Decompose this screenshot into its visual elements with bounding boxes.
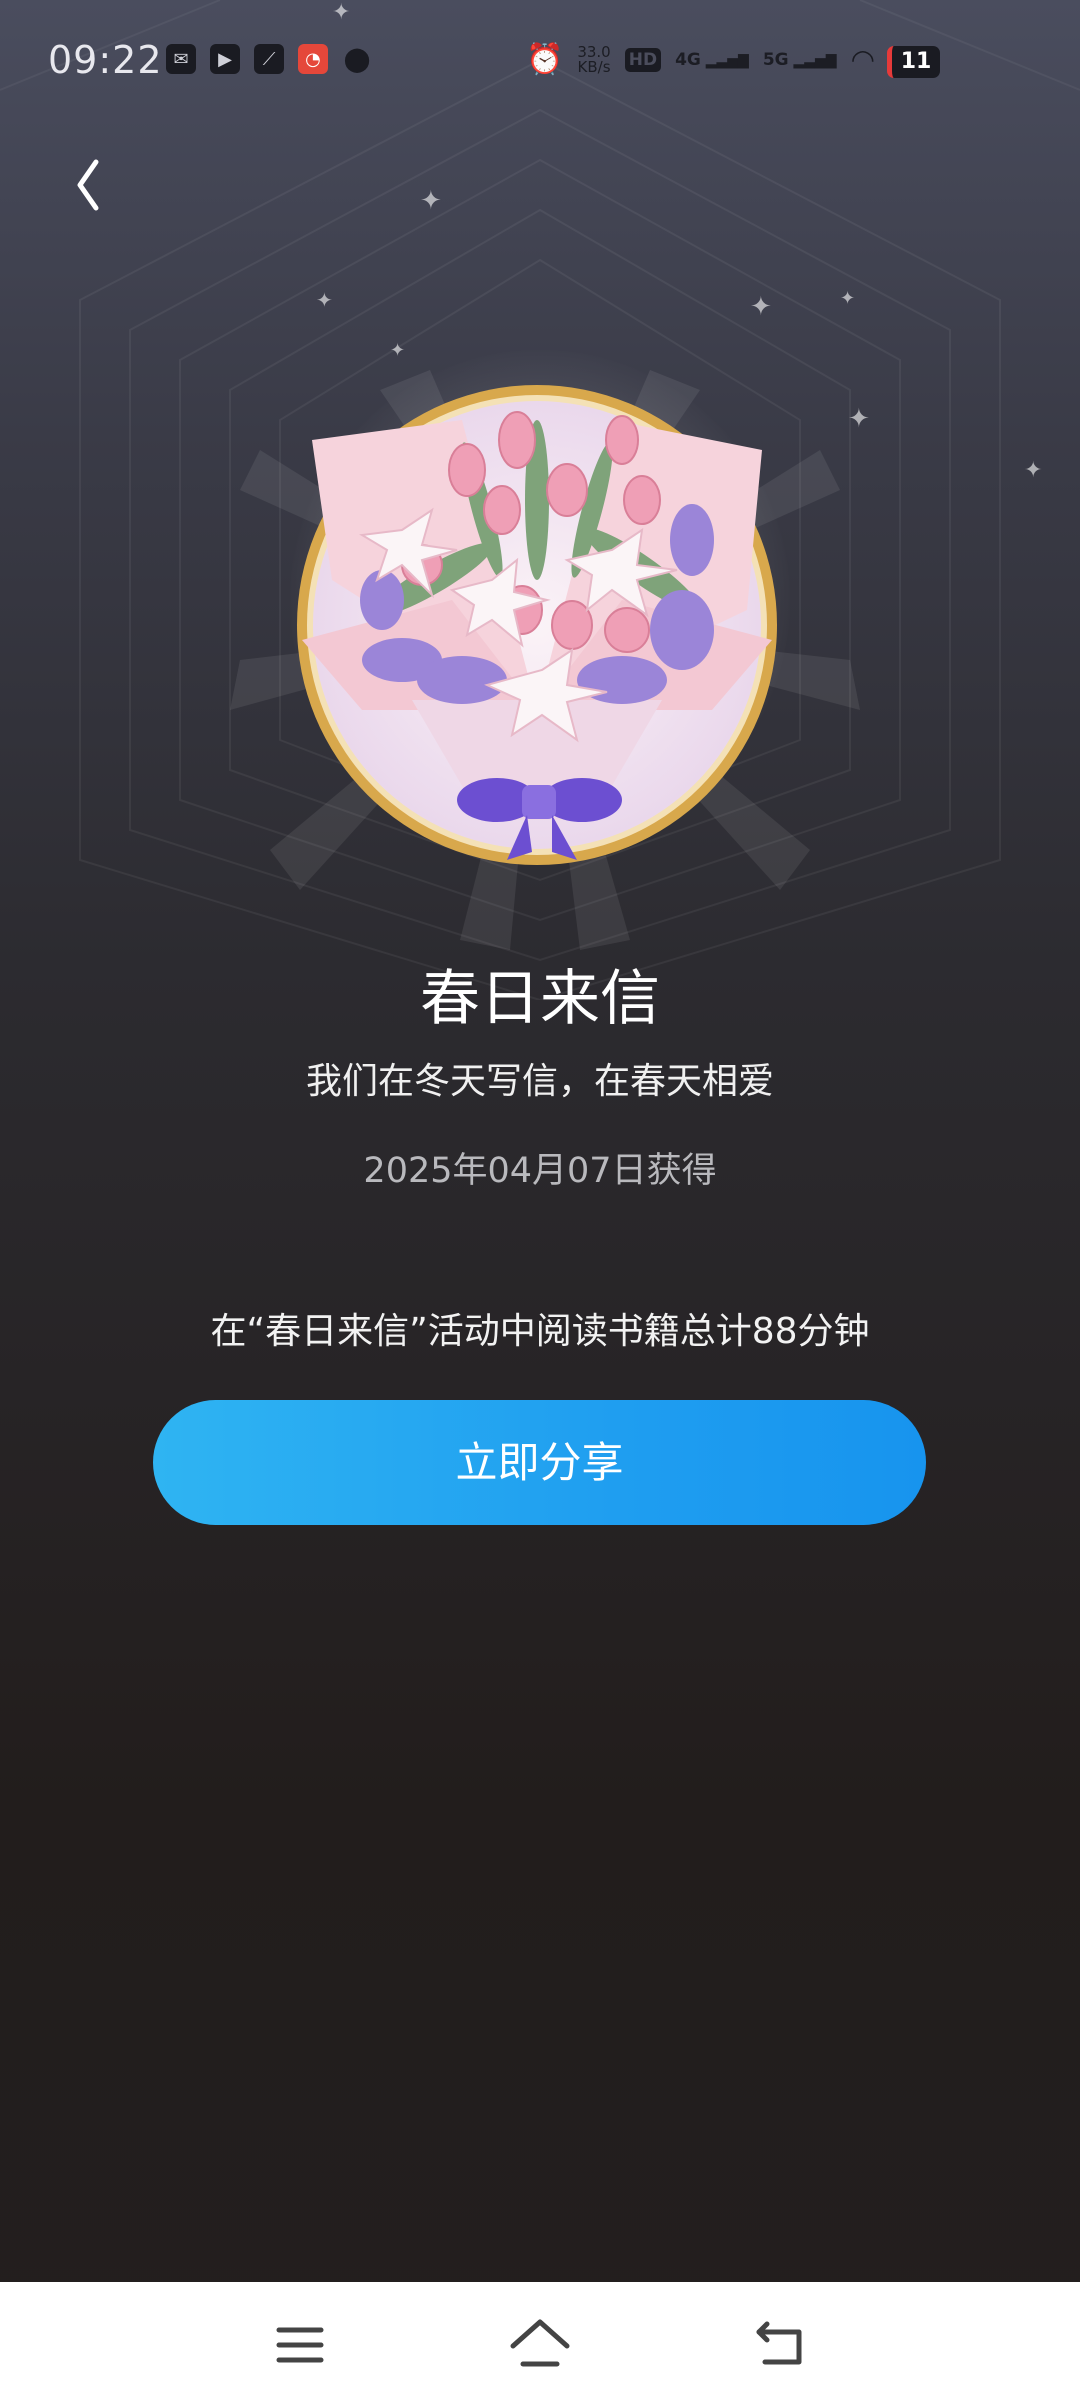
- return-icon[interactable]: [745, 2312, 815, 2378]
- signal-4g-label: 4G: [675, 49, 701, 70]
- award-date: 2025年04月07日获得: [363, 1151, 717, 1191]
- sparkle-icon: ✦: [840, 288, 856, 309]
- sparkle-icon: ✦: [750, 292, 772, 322]
- award-medal: [200, 330, 880, 950]
- sparkle-icon: ✦: [420, 186, 442, 216]
- status-bar: 09:22 ✉ ▶ ⟋ ◔ ⬤ ⏰ 33.0 KB/s HD 4G ▂▃▅▇ 5…: [0, 0, 1080, 126]
- wifi-icon: ◠: [850, 43, 875, 76]
- sparkle-icon: ✦: [316, 288, 333, 312]
- notification-icons: ✉ ▶ ⟋ ◔ ⬤: [166, 44, 372, 74]
- signal-4g-icon: 4G ▂▃▅▇: [675, 49, 749, 70]
- award-description: 在“春日来信”活动中阅读书籍总计88分钟: [210, 1311, 870, 1352]
- red-app-icon: ◔: [298, 44, 328, 74]
- signal-5g-label: 5G: [762, 49, 789, 70]
- back-chevron-icon[interactable]: [64, 150, 114, 220]
- sparkle-icon: ✦: [1024, 458, 1043, 483]
- video-app-icon: ▶: [210, 44, 240, 74]
- signal-5g-icon: 5G ▂▃▅▇: [762, 49, 837, 70]
- alarm-icon: ⏰: [525, 42, 564, 77]
- award-subtitle: 我们在冬天写信，在春天相爱: [305, 1061, 774, 1102]
- clock: 09:22: [48, 38, 163, 82]
- hd-voice-icon: HD: [624, 47, 662, 72]
- home-icon[interactable]: [505, 2312, 575, 2378]
- menu-icon[interactable]: [265, 2312, 335, 2378]
- battery-indicator: 11: [887, 46, 940, 78]
- award-title: 春日来信: [420, 964, 660, 1034]
- location-pin-icon: ⬤: [343, 45, 371, 73]
- network-speed: 33.0 KB/s: [577, 44, 611, 76]
- flower-bouquet-medal: [297, 385, 777, 865]
- network-speed-unit: KB/s: [577, 57, 611, 76]
- system-navigation-bar: [0, 2282, 1080, 2408]
- share-button[interactable]: 立即分享: [153, 1400, 926, 1525]
- system-indicators: ⏰ 33.0 KB/s HD 4G ▂▃▅▇ 5G ▂▃▅▇ ◠: [526, 42, 875, 77]
- leaf-app-icon: ⟋: [254, 44, 284, 74]
- mail-app-icon: ✉: [166, 44, 196, 74]
